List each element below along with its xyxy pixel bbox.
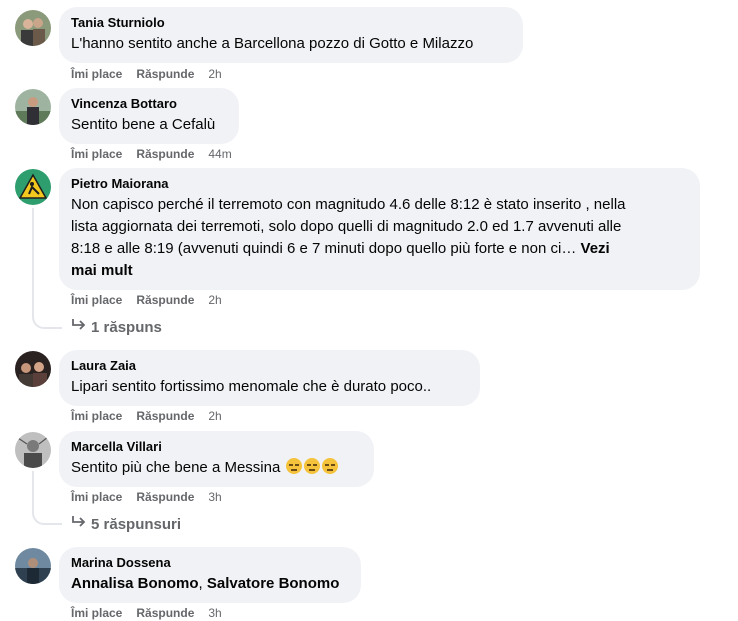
reply-button[interactable]: Răspunde	[136, 293, 194, 307]
comment-text-fragment: 8:18 e alle 8:19 (avvenuti quindi 6 e 7 …	[71, 240, 577, 257]
reply-button[interactable]: Răspunde	[136, 147, 194, 161]
comment-bubble: Vincenza Bottaro Sentito bene a Cefalù	[59, 88, 239, 144]
like-button[interactable]: Îmi place	[71, 293, 122, 307]
comment-author[interactable]: Marcella Villari	[71, 439, 362, 455]
like-button[interactable]: Îmi place	[71, 606, 122, 620]
reply-arrow-icon	[71, 515, 91, 535]
view-replies-button[interactable]: 5 răspunsuri	[71, 515, 181, 535]
avatar[interactable]	[15, 351, 51, 387]
avatar[interactable]	[15, 89, 51, 125]
comment-actions: Îmi place Răspunde 2h	[71, 408, 236, 424]
comment-bubble: Tania Sturniolo L'hanno sentito anche a …	[59, 7, 523, 63]
avatar[interactable]	[15, 432, 51, 468]
comment-actions: Îmi place Răspunde 2h	[71, 66, 236, 82]
comment-text-content: Sentito più che bene a Messina	[71, 459, 281, 476]
reply-button[interactable]: Răspunde	[136, 409, 194, 423]
comment-actions: Îmi place Răspunde 2h	[71, 292, 236, 308]
see-more-link-continued[interactable]: mai mult	[71, 260, 688, 282]
like-button[interactable]: Îmi place	[71, 147, 122, 161]
thread-line	[32, 471, 34, 512]
thread-connector	[32, 315, 62, 329]
reply-button[interactable]: Răspunde	[136, 606, 194, 620]
expressionless-face-icon	[286, 458, 303, 474]
mention-separator: ,	[198, 575, 203, 592]
comment-bubble: Laura Zaia Lipari sentito fortissimo men…	[59, 350, 480, 406]
thread-connector	[32, 511, 62, 525]
comment-bubble: Marcella Villari Sentito più che bene a …	[59, 431, 374, 487]
comment-author[interactable]: Laura Zaia	[71, 358, 468, 374]
comment-time[interactable]: 3h	[208, 490, 221, 504]
mention-link[interactable]: Salvatore Bonomo	[207, 575, 340, 592]
expressionless-face-icon	[322, 458, 339, 474]
comment-author[interactable]: Tania Sturniolo	[71, 15, 511, 31]
like-button[interactable]: Îmi place	[71, 490, 122, 504]
comment-text: Sentito più che bene a Messina	[71, 457, 362, 479]
view-replies-button[interactable]: 1 răspuns	[71, 318, 162, 338]
comment-time[interactable]: 2h	[208, 293, 221, 307]
comment-time[interactable]: 3h	[208, 606, 221, 620]
comment-bubble: Pietro Maiorana Non capisco perché il te…	[59, 168, 700, 290]
replies-count[interactable]: 1 răspuns	[91, 319, 162, 336]
reply-arrow-icon	[71, 318, 91, 338]
comment-text: L'hanno sentito anche a Barcellona pozzo…	[71, 35, 474, 52]
avatar[interactable]	[15, 548, 51, 584]
avatar[interactable]	[15, 10, 51, 46]
reply-button[interactable]: Răspunde	[136, 490, 194, 504]
comment-time[interactable]: 2h	[208, 409, 221, 423]
comment-time[interactable]: 44m	[208, 147, 231, 161]
comment-time[interactable]: 2h	[208, 67, 221, 81]
comment-text: Non capisco perché il terremoto con magn…	[71, 194, 688, 282]
replies-count[interactable]: 5 răspunsuri	[91, 516, 181, 533]
comment-author[interactable]: Marina Dossena	[71, 555, 349, 571]
comment-author[interactable]: Vincenza Bottaro	[71, 96, 227, 112]
comment-actions: Îmi place Răspunde 3h	[71, 489, 236, 505]
avatar[interactable]	[15, 169, 51, 205]
expressionless-face-icon	[304, 458, 321, 474]
comment-text: Annalisa Bonomo, Salvatore Bonomo	[71, 573, 349, 595]
mention-link[interactable]: Annalisa Bonomo	[71, 575, 199, 592]
reply-button[interactable]: Răspunde	[136, 67, 194, 81]
comment-text-line: 8:18 e alle 8:19 (avvenuti quindi 6 e 7 …	[71, 238, 688, 260]
comment-text: Sentito bene a Cefalù	[71, 116, 216, 133]
comment-text: Lipari sentito fortissimo menomale che è…	[71, 378, 432, 395]
like-button[interactable]: Îmi place	[71, 409, 122, 423]
see-more-link[interactable]: Vezi	[581, 240, 610, 257]
like-button[interactable]: Îmi place	[71, 67, 122, 81]
comment-text-line: Non capisco perché il terremoto con magn…	[71, 196, 626, 213]
thread-line	[32, 208, 34, 316]
comment-actions: Îmi place Răspunde 44m	[71, 146, 246, 162]
comment-text-line: lista aggiornata dei terremoti, solo dop…	[71, 218, 622, 235]
comment-author[interactable]: Pietro Maiorana	[71, 176, 688, 192]
comment-bubble: Marina Dossena Annalisa Bonomo, Salvator…	[59, 547, 361, 603]
